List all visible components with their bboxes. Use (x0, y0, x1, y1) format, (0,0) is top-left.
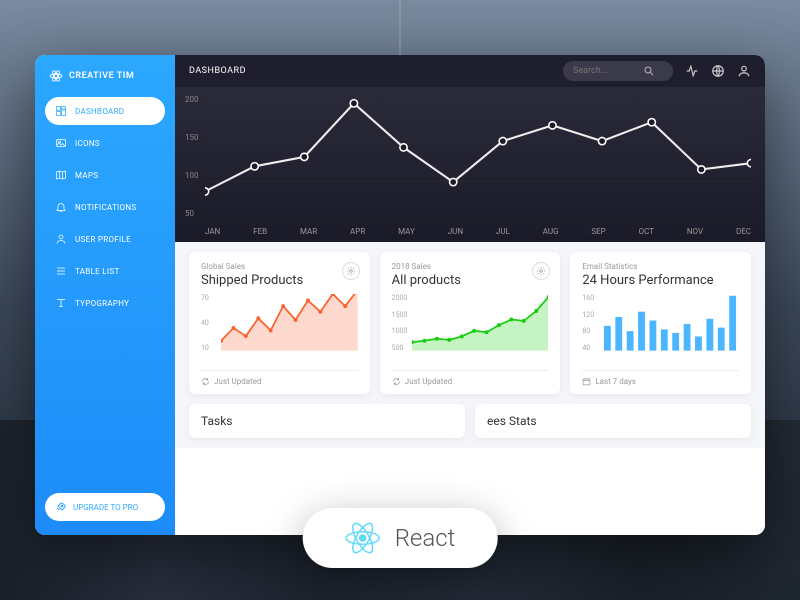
x-tick: NOV (687, 227, 703, 236)
card-footer: Just Updated (201, 370, 358, 386)
tasks-title: Tasks (201, 414, 453, 428)
user-icon (55, 233, 67, 245)
brand-label: CREATIVE TIM (69, 71, 134, 81)
card-footer: Just Updated (392, 370, 549, 386)
sidebar-item-label: MAPS (75, 171, 98, 180)
upgrade-label: UPGRADE TO PRO (73, 503, 138, 512)
tasks-title: ees Stats (487, 414, 739, 428)
x-tick: APR (350, 227, 365, 236)
map-icon (55, 169, 67, 181)
react-logo-icon (345, 520, 381, 556)
x-tick: SEP (591, 227, 605, 236)
sidebar-item-icons[interactable]: ICONS (45, 129, 165, 157)
card-footer: Last 7 days (582, 370, 739, 386)
stat-card: Email Statistics24 Hours Performance1601… (570, 252, 751, 394)
y-tick: 1500 (392, 311, 408, 319)
card-chart: 160 120 80 40 (582, 294, 739, 364)
brand-icon (49, 69, 63, 83)
main: DASHBOARD 200 150 100 50 JAN FEB MAR APR MAY JUN… (175, 55, 765, 535)
sidebar-item-label: DASHBOARD (75, 107, 124, 116)
y-tick: 500 (392, 344, 408, 352)
user-icon[interactable] (737, 64, 751, 78)
globe-icon[interactable] (711, 64, 725, 78)
y-tick: 10 (201, 344, 209, 352)
bell-icon (55, 201, 67, 213)
x-tick: JAN (205, 227, 220, 236)
x-tick: OCT (639, 227, 654, 236)
tasks-card: Tasks (189, 404, 465, 438)
y-tick: 200 (185, 95, 199, 104)
dashboard-icon (55, 105, 67, 117)
search-icon (643, 65, 655, 77)
sidebar-item-label: TABLE LIST (75, 267, 120, 276)
card-chart: 2000 1500 1000 500 (392, 294, 549, 364)
refresh-icon (392, 377, 401, 386)
refresh-icon (201, 377, 210, 386)
sidebar-item-label: USER PROFILE (75, 235, 131, 244)
nav: DASHBOARD ICONS MAPS NOTIFICATIONS USER PROF… (45, 97, 165, 321)
sidebar: CREATIVE TIM DASHBOARD ICONS MAPS NOTIFICAT… (35, 55, 175, 535)
y-tick: 160 (582, 294, 594, 302)
y-tick: 1000 (392, 327, 408, 335)
brand: CREATIVE TIM (45, 69, 165, 83)
card-title: Shipped Products (201, 273, 358, 288)
app-window: CREATIVE TIM DASHBOARD ICONS MAPS NOTIFICAT… (35, 55, 765, 535)
x-tick: JUN (448, 227, 463, 236)
y-tick: 80 (582, 327, 594, 335)
type-icon (55, 297, 67, 309)
card-subtitle: Global Sales (201, 262, 358, 271)
x-tick: FEB (253, 227, 267, 236)
x-tick: JUL (496, 227, 510, 236)
react-badge-label: React (395, 524, 456, 552)
y-tick: 40 (201, 319, 209, 327)
sidebar-item-label: NOTIFICATIONS (75, 203, 136, 212)
card-chart: 70 40 10 (201, 294, 358, 364)
card-subtitle: 2018 Sales (392, 262, 549, 271)
upgrade-button[interactable]: UPGRADE TO PRO (45, 493, 165, 521)
topbar: DASHBOARD (175, 55, 765, 87)
hero-chart: 200 150 100 50 JAN FEB MAR APR MAY JUN JUL AUG SEP O… (175, 87, 765, 242)
hero-line-chart (205, 97, 751, 223)
stat-card: 2018 Sales All products 2000 1500 1000 500 Jus… (380, 252, 561, 394)
x-tick: MAR (300, 227, 317, 236)
y-tick: 50 (185, 209, 199, 218)
y-tick: 40 (582, 344, 594, 352)
card-settings-button[interactable] (342, 262, 360, 280)
y-tick: 70 (201, 294, 209, 302)
calendar-icon (582, 377, 591, 386)
search-input[interactable] (573, 66, 643, 76)
gear-icon (536, 266, 546, 276)
tasks-card: ees Stats (475, 404, 751, 438)
sidebar-item-label: ICONS (75, 139, 100, 148)
sidebar-item-label: TYPOGRAPHY (75, 299, 129, 308)
sidebar-item-notifications[interactable]: NOTIFICATIONS (45, 193, 165, 221)
card-title: 24 Hours Performance (582, 273, 739, 288)
x-tick: DEC (736, 227, 751, 236)
y-tick: 2000 (392, 294, 408, 302)
y-tick: 100 (185, 171, 199, 180)
sidebar-item-user-profile[interactable]: USER PROFILE (45, 225, 165, 253)
sidebar-item-dashboard[interactable]: DASHBOARD (45, 97, 165, 125)
card-title: All products (392, 273, 549, 288)
card-subtitle: Email Statistics (582, 262, 739, 271)
react-badge: React (303, 508, 498, 568)
image-icon (55, 137, 67, 149)
sidebar-item-typography[interactable]: TYPOGRAPHY (45, 289, 165, 317)
x-tick: MAY (398, 227, 415, 236)
y-tick: 120 (582, 311, 594, 319)
page-title: DASHBOARD (189, 66, 246, 76)
sidebar-item-maps[interactable]: MAPS (45, 161, 165, 189)
x-tick: AUG (543, 227, 559, 236)
list-icon (55, 265, 67, 277)
tasks-row: Tasks ees Stats (175, 404, 765, 448)
stat-card: Global Sales Shipped Products 70 40 10 Just U… (189, 252, 370, 394)
rocket-icon (55, 501, 67, 513)
activity-icon[interactable] (685, 64, 699, 78)
sidebar-item-table-list[interactable]: TABLE LIST (45, 257, 165, 285)
y-tick: 150 (185, 133, 199, 142)
search-input-wrap[interactable] (563, 61, 673, 81)
gear-icon (346, 266, 356, 276)
cards-row: Global Sales Shipped Products 70 40 10 Just U… (175, 242, 765, 404)
